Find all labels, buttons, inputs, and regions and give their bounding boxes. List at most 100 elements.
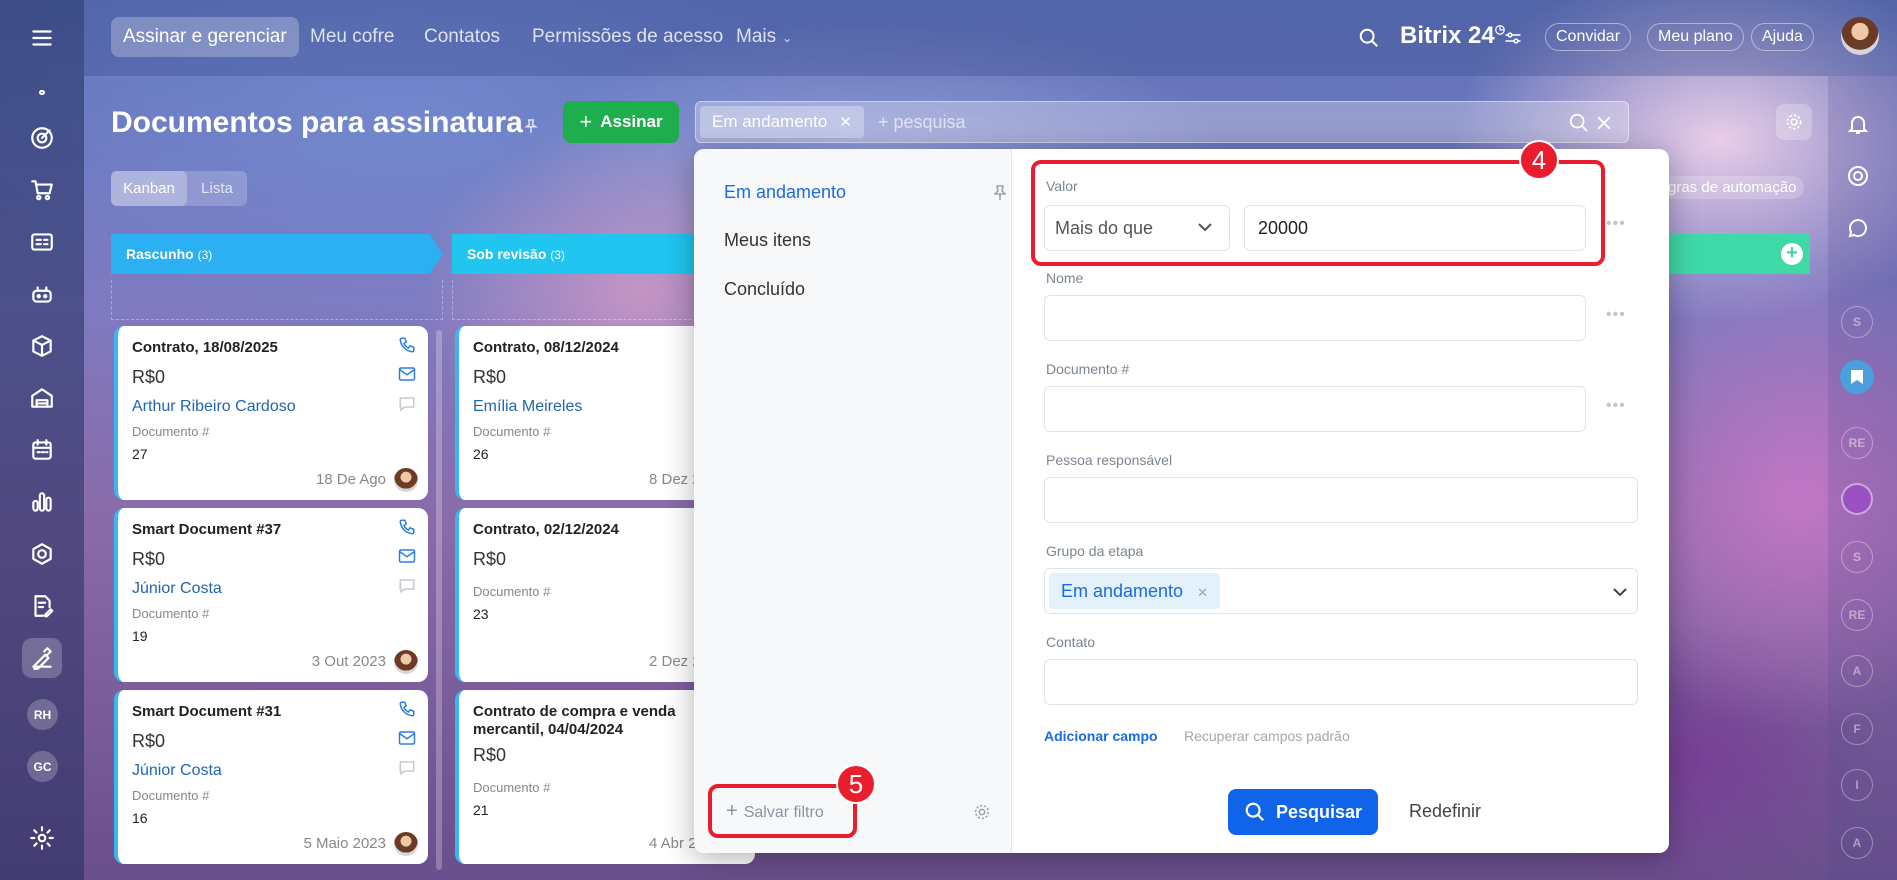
kanban-view-button[interactable]: Kanban <box>111 171 187 206</box>
preset-concluido[interactable]: Concluído <box>724 279 805 300</box>
grupo-da-etapa-select[interactable]: Em andamento ✕ <box>1044 568 1638 614</box>
comment-icon[interactable] <box>398 578 416 594</box>
bell-icon[interactable] <box>1846 112 1870 136</box>
avatar[interactable] <box>394 832 418 856</box>
right-sidebar <box>1828 76 1897 880</box>
column-header-sob-revisao[interactable]: Sob revisão (3) <box>452 234 712 274</box>
menu-icon[interactable] <box>22 18 62 58</box>
avatar[interactable]: S <box>1841 306 1873 338</box>
card-price: R$0 <box>132 549 166 569</box>
avatar[interactable]: S <box>1841 541 1873 573</box>
card-contact[interactable]: Júnior Costa <box>132 580 414 598</box>
card-contact[interactable]: Arthur Ribeiro Cardoso <box>132 398 414 416</box>
search-input[interactable]: + pesquisa <box>878 112 966 133</box>
filter-chip[interactable]: Em andamento ✕ <box>700 106 864 138</box>
sliders-icon[interactable] <box>1504 30 1522 46</box>
close-icon[interactable] <box>1594 113 1614 133</box>
email-icon[interactable] <box>398 366 416 382</box>
hexagon-icon[interactable] <box>22 534 62 574</box>
avatar[interactable]: I <box>1841 769 1873 801</box>
automation-rules-button[interactable]: gras de automação <box>1660 176 1805 199</box>
contact-card-icon[interactable] <box>22 222 62 262</box>
my-plan-button[interactable]: Meu plano <box>1647 23 1744 51</box>
chart-bars-icon[interactable] <box>22 482 62 522</box>
tab-assinar-e-gerenciar[interactable]: Assinar e gerenciar <box>111 17 299 57</box>
more-options-icon[interactable]: ••• <box>1606 215 1626 233</box>
card-contact[interactable]: Júnior Costa <box>132 762 414 780</box>
phone-icon[interactable] <box>398 700 416 718</box>
search-icon[interactable] <box>1568 112 1590 134</box>
document-edit-icon[interactable] <box>22 586 62 626</box>
invite-button[interactable]: Convidar <box>1545 23 1632 51</box>
restore-default-fields-link[interactable]: Recuperar campos padrão <box>1184 728 1350 744</box>
avatar[interactable]: RE <box>1841 599 1873 631</box>
column-header-rascunho[interactable]: Rascunho (3) <box>111 234 443 274</box>
settings-gear-icon[interactable] <box>973 803 991 821</box>
settings-gear-icon[interactable] <box>1776 104 1812 140</box>
kanban-card[interactable]: Smart Document #31 R$0 Júnior Costa Docu… <box>114 690 428 864</box>
add-column-button[interactable]: + <box>1781 243 1803 265</box>
avatar[interactable]: A <box>1841 655 1873 687</box>
email-icon[interactable] <box>398 548 416 564</box>
card-price: R$0 <box>132 367 166 387</box>
more-options-icon[interactable]: ••• <box>1606 397 1626 415</box>
box-icon[interactable] <box>22 326 62 366</box>
tab-permissoes-de-acesso[interactable]: Permissões de acesso <box>520 17 735 57</box>
phone-icon[interactable] <box>398 336 416 354</box>
avatar[interactable]: GC <box>27 751 58 782</box>
avatar[interactable] <box>394 650 418 674</box>
search-button-label: Pesquisar <box>1275 801 1363 822</box>
help-button[interactable]: Ajuda <box>1751 23 1814 51</box>
preset-em-andamento[interactable]: Em andamento <box>724 182 846 203</box>
close-icon[interactable]: ✕ <box>1197 585 1208 600</box>
avatar[interactable]: A <box>1841 827 1873 859</box>
comment-icon[interactable] <box>398 760 416 776</box>
signature-icon[interactable] <box>22 638 62 678</box>
search-button[interactable]: Pesquisar <box>1228 789 1378 835</box>
user-avatar[interactable] <box>1841 17 1879 55</box>
left-sidebar: RH GC <box>0 0 84 880</box>
search-icon[interactable] <box>1358 27 1380 49</box>
stage-chip-label: Em andamento <box>1061 581 1184 601</box>
card-title: Contrato de compra e venda mercantil, 04… <box>473 703 676 738</box>
target-icon[interactable] <box>22 118 62 158</box>
avatar[interactable]: RE <box>1841 427 1873 459</box>
cart-icon[interactable] <box>22 170 62 210</box>
preset-meus-itens[interactable]: Meus itens <box>724 230 811 251</box>
avatar[interactable]: F <box>1841 713 1873 745</box>
column-scrollbar[interactable] <box>436 330 442 870</box>
sign-button[interactable]: + Assinar <box>563 101 679 143</box>
tab-contatos[interactable]: Contatos <box>412 17 512 57</box>
pin-icon[interactable] <box>522 117 540 135</box>
bookmark-icon[interactable] <box>1840 360 1874 394</box>
add-field-link[interactable]: Adicionar campo <box>1044 728 1158 744</box>
chevron-down-icon[interactable] <box>1612 587 1628 597</box>
tab-meu-cofre[interactable]: Meu cofre <box>298 17 406 57</box>
close-icon[interactable]: ✕ <box>839 114 852 131</box>
avatar[interactable] <box>1841 483 1873 515</box>
calendar-icon[interactable] <box>22 430 62 470</box>
kanban-card[interactable]: Contrato, 18/08/2025 R$0 Arthur Ribeiro … <box>114 326 428 500</box>
more-options-icon[interactable]: ••• <box>1606 306 1626 324</box>
avatar[interactable]: RH <box>27 699 58 730</box>
scroll-indicator <box>39 90 45 95</box>
nome-input[interactable] <box>1044 295 1586 341</box>
reset-button[interactable]: Redefinir <box>1409 801 1481 822</box>
contato-input[interactable] <box>1044 659 1638 705</box>
kanban-card[interactable]: Smart Document #37 R$0 Júnior Costa Docu… <box>114 508 428 682</box>
chat-icon[interactable] <box>1846 216 1870 240</box>
pin-icon[interactable] <box>994 185 1006 201</box>
copilot-icon[interactable] <box>1846 164 1870 188</box>
email-icon[interactable] <box>398 730 416 746</box>
phone-icon[interactable] <box>398 518 416 536</box>
settings-gear-icon[interactable] <box>22 818 62 858</box>
list-view-button[interactable]: Lista <box>187 171 247 206</box>
comment-icon[interactable] <box>398 396 416 412</box>
warehouse-icon[interactable] <box>22 378 62 418</box>
documento-input[interactable] <box>1044 386 1586 432</box>
tab-mais[interactable]: Mais ⌄ <box>724 17 792 57</box>
pessoa-responsavel-input[interactable] <box>1044 477 1638 523</box>
avatar[interactable] <box>394 468 418 492</box>
filter-search-bar[interactable]: Em andamento ✕ + pesquisa <box>695 101 1629 143</box>
robot-icon[interactable] <box>22 274 62 314</box>
